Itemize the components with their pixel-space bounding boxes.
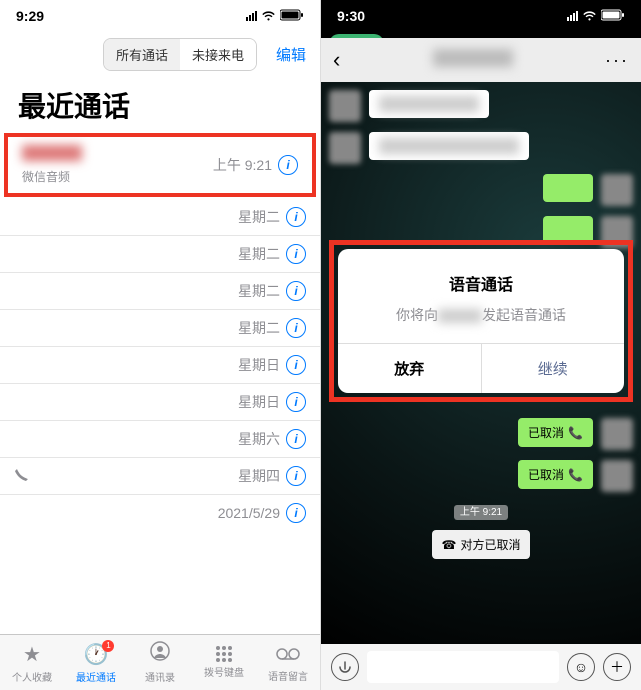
tab-voicemail[interactable]: 语音留言 bbox=[256, 635, 320, 690]
wifi-icon bbox=[261, 8, 276, 24]
tab-keypad[interactable]: 拨号键盘 bbox=[192, 635, 256, 690]
calls-filter-segmented: 所有通话 未接来电 bbox=[103, 38, 257, 71]
phone-icon: 📞 bbox=[568, 426, 583, 440]
message-outgoing bbox=[329, 174, 633, 206]
wechat-input-bar: ☺ ＋ bbox=[321, 644, 641, 690]
phone-icon: 📞 bbox=[568, 468, 583, 482]
avatar[interactable] bbox=[601, 174, 633, 206]
call-row[interactable]: 星期日i bbox=[0, 346, 320, 383]
highlight-annotation-right: 语音通话 你将向发起语音通话 放弃 继续 bbox=[329, 240, 633, 402]
status-icons bbox=[246, 8, 304, 24]
call-row[interactable]: 星期四i bbox=[0, 457, 320, 494]
avatar[interactable] bbox=[329, 132, 361, 164]
outgoing-call-icon bbox=[14, 467, 34, 486]
info-icon[interactable]: i bbox=[286, 244, 306, 264]
edit-button[interactable]: 编辑 bbox=[276, 44, 306, 65]
wifi-icon bbox=[582, 8, 597, 24]
info-icon[interactable]: i bbox=[286, 503, 306, 523]
modal-cancel-button[interactable]: 放弃 bbox=[338, 344, 482, 393]
keypad-icon bbox=[216, 646, 232, 662]
tab-favorites[interactable]: ★个人收藏 bbox=[0, 635, 64, 690]
voice-input-button[interactable] bbox=[331, 653, 359, 681]
call-row[interactable]: 星期日i bbox=[0, 383, 320, 420]
redacted-name bbox=[438, 309, 482, 323]
modal-continue-button[interactable]: 继续 bbox=[482, 344, 625, 393]
phone-icon: ☎ bbox=[442, 538, 457, 552]
info-icon[interactable]: i bbox=[278, 155, 298, 175]
phone-screen-wechat: 9:30 📞 电话 ‹ ··· 已取消 📞 bbox=[321, 0, 641, 690]
status-time: 9:29 bbox=[16, 8, 246, 24]
system-message: ☎对方已取消 bbox=[329, 530, 633, 559]
voicemail-icon bbox=[276, 643, 300, 666]
highlight-annotation-left: 微信音频 上午 9:21 i bbox=[4, 133, 316, 197]
status-bar: 9:30 bbox=[321, 0, 641, 32]
signal-icon bbox=[246, 11, 257, 21]
message-outgoing: 已取消 📞 bbox=[329, 418, 633, 450]
redacted-name bbox=[22, 145, 82, 161]
tab-recents[interactable]: 🕐1最近通话 bbox=[64, 635, 128, 690]
message-outgoing: 已取消 📞 bbox=[329, 460, 633, 492]
message-bubble[interactable] bbox=[543, 174, 593, 202]
recents-header: 所有通话 未接来电 编辑 bbox=[0, 32, 320, 77]
voice-call-modal: 语音通话 你将向发起语音通话 放弃 继续 bbox=[338, 249, 624, 393]
battery-icon bbox=[280, 8, 304, 24]
star-icon: ★ bbox=[23, 642, 41, 667]
info-icon[interactable]: i bbox=[286, 429, 306, 449]
signal-icon bbox=[567, 11, 578, 21]
info-icon[interactable]: i bbox=[286, 392, 306, 412]
phone-screen-recents: 9:29 所有通话 未接来电 编辑 最近通话 微信音频 上午 9:21 i 星期… bbox=[0, 0, 321, 690]
info-icon[interactable]: i bbox=[286, 281, 306, 301]
message-input[interactable] bbox=[367, 651, 559, 683]
segment-missed-calls[interactable]: 未接来电 bbox=[180, 39, 256, 70]
call-row-highlighted[interactable]: 微信音频 上午 9:21 i bbox=[8, 137, 312, 193]
info-icon[interactable]: i bbox=[286, 466, 306, 486]
wechat-nav-bar: ‹ ··· bbox=[321, 38, 641, 82]
modal-message: 你将向发起语音通话 bbox=[354, 305, 608, 325]
segment-all-calls[interactable]: 所有通话 bbox=[104, 39, 180, 70]
info-icon[interactable]: i bbox=[286, 318, 306, 338]
call-cancelled-bubble[interactable]: 已取消 📞 bbox=[518, 418, 593, 447]
call-row[interactable]: 星期六i bbox=[0, 420, 320, 457]
back-button[interactable]: ‹ bbox=[333, 47, 340, 73]
page-title: 最近通话 bbox=[0, 77, 320, 131]
call-row[interactable]: 星期二i bbox=[0, 199, 320, 235]
call-row[interactable]: 2021/5/29i bbox=[0, 494, 320, 531]
call-row[interactable]: 星期二i bbox=[0, 272, 320, 309]
tab-contacts[interactable]: 通讯录 bbox=[128, 635, 192, 690]
message-incoming bbox=[329, 132, 633, 164]
add-button[interactable]: ＋ bbox=[603, 653, 631, 681]
call-cancelled-bubble[interactable]: 已取消 📞 bbox=[518, 460, 593, 489]
message-bubble[interactable] bbox=[369, 132, 529, 160]
chat-title bbox=[340, 49, 605, 72]
call-row[interactable]: 星期二i bbox=[0, 309, 320, 346]
avatar[interactable] bbox=[601, 418, 633, 450]
modal-title: 语音通话 bbox=[354, 271, 608, 295]
recent-calls-list: 星期二i 星期二i 星期二i 星期二i 星期日i 星期日i 星期六i 星期四i … bbox=[0, 199, 320, 531]
info-icon[interactable]: i bbox=[286, 207, 306, 227]
modal-buttons: 放弃 继续 bbox=[338, 343, 624, 393]
emoji-button[interactable]: ☺ bbox=[567, 653, 595, 681]
clock-icon: 🕐1 bbox=[84, 642, 109, 667]
battery-icon bbox=[601, 8, 625, 24]
person-icon bbox=[150, 641, 170, 667]
status-time: 9:30 bbox=[337, 8, 567, 24]
message-incoming bbox=[329, 90, 633, 122]
message-bubble[interactable] bbox=[369, 90, 489, 118]
call-row[interactable]: 星期二i bbox=[0, 235, 320, 272]
time-divider: 上午 9:21 bbox=[329, 502, 633, 520]
call-time: 上午 9:21 bbox=[213, 155, 272, 175]
call-subtitle: 微信音频 bbox=[22, 168, 213, 185]
tab-bar: ★个人收藏 🕐1最近通话 通讯录 拨号键盘 语音留言 bbox=[0, 634, 320, 690]
avatar[interactable] bbox=[601, 460, 633, 492]
redacted-name bbox=[433, 49, 513, 67]
info-icon[interactable]: i bbox=[286, 355, 306, 375]
status-icons bbox=[567, 8, 625, 24]
status-bar: 9:29 bbox=[0, 0, 320, 32]
more-button[interactable]: ··· bbox=[605, 50, 629, 71]
avatar[interactable] bbox=[329, 90, 361, 122]
badge: 1 bbox=[102, 640, 114, 652]
